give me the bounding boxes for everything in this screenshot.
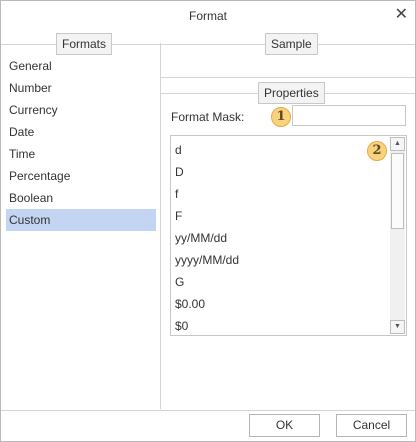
format-mask-listbox[interactable]: d D f F yy/MM/dd yyyy/MM/dd G $0.00 $0 ▲…: [170, 135, 407, 336]
format-mask-label: Format Mask:: [171, 110, 245, 124]
mask-item[interactable]: $0: [171, 315, 389, 335]
sample-area-bottom-line: [161, 77, 415, 78]
panel-divider: [160, 43, 161, 409]
format-item-boolean[interactable]: Boolean: [6, 187, 156, 209]
mask-item[interactable]: G: [171, 271, 389, 293]
listbox-scrollbar[interactable]: ▲ ▼: [390, 137, 405, 334]
scroll-down-arrow-icon[interactable]: ▼: [390, 320, 405, 334]
format-item-percentage[interactable]: Percentage: [6, 165, 156, 187]
mask-item[interactable]: F: [171, 205, 389, 227]
mask-item[interactable]: yyyy/MM/dd: [171, 249, 389, 271]
scroll-thumb[interactable]: [391, 153, 404, 229]
format-item-date[interactable]: Date: [6, 121, 156, 143]
dialog-title: Format: [188, 9, 227, 23]
formats-header: Formats: [56, 33, 113, 55]
format-item-general[interactable]: General: [6, 55, 156, 77]
mask-item[interactable]: f: [171, 183, 389, 205]
scroll-up-arrow-icon[interactable]: ▲: [390, 137, 405, 151]
mask-item[interactable]: D: [171, 161, 389, 183]
mask-item[interactable]: $0.00: [171, 293, 389, 315]
format-item-time[interactable]: Time: [6, 143, 156, 165]
properties-header: Properties: [258, 82, 325, 104]
callout-badge-2: 2: [367, 141, 387, 161]
format-item-number[interactable]: Number: [6, 77, 156, 99]
ok-button[interactable]: OK: [249, 414, 320, 437]
format-item-currency[interactable]: Currency: [6, 99, 156, 121]
mask-item[interactable]: yy/MM/dd: [171, 227, 389, 249]
footer-divider: [1, 410, 415, 411]
title-bar: Format ✕: [1, 1, 415, 31]
formats-list: General Number Currency Date Time Percen…: [6, 55, 156, 231]
format-item-custom[interactable]: Custom: [6, 209, 156, 231]
format-dialog: Format ✕ Formats General Number Currency…: [0, 0, 416, 442]
sample-header: Sample: [265, 33, 318, 55]
mask-items: d D f F yy/MM/dd yyyy/MM/dd G $0.00 $0: [171, 139, 389, 335]
close-icon[interactable]: ✕: [395, 5, 408, 25]
format-mask-input[interactable]: [292, 105, 406, 126]
cancel-button[interactable]: Cancel: [336, 414, 407, 437]
callout-badge-1: 1: [271, 107, 291, 127]
mask-item[interactable]: d: [171, 139, 389, 161]
